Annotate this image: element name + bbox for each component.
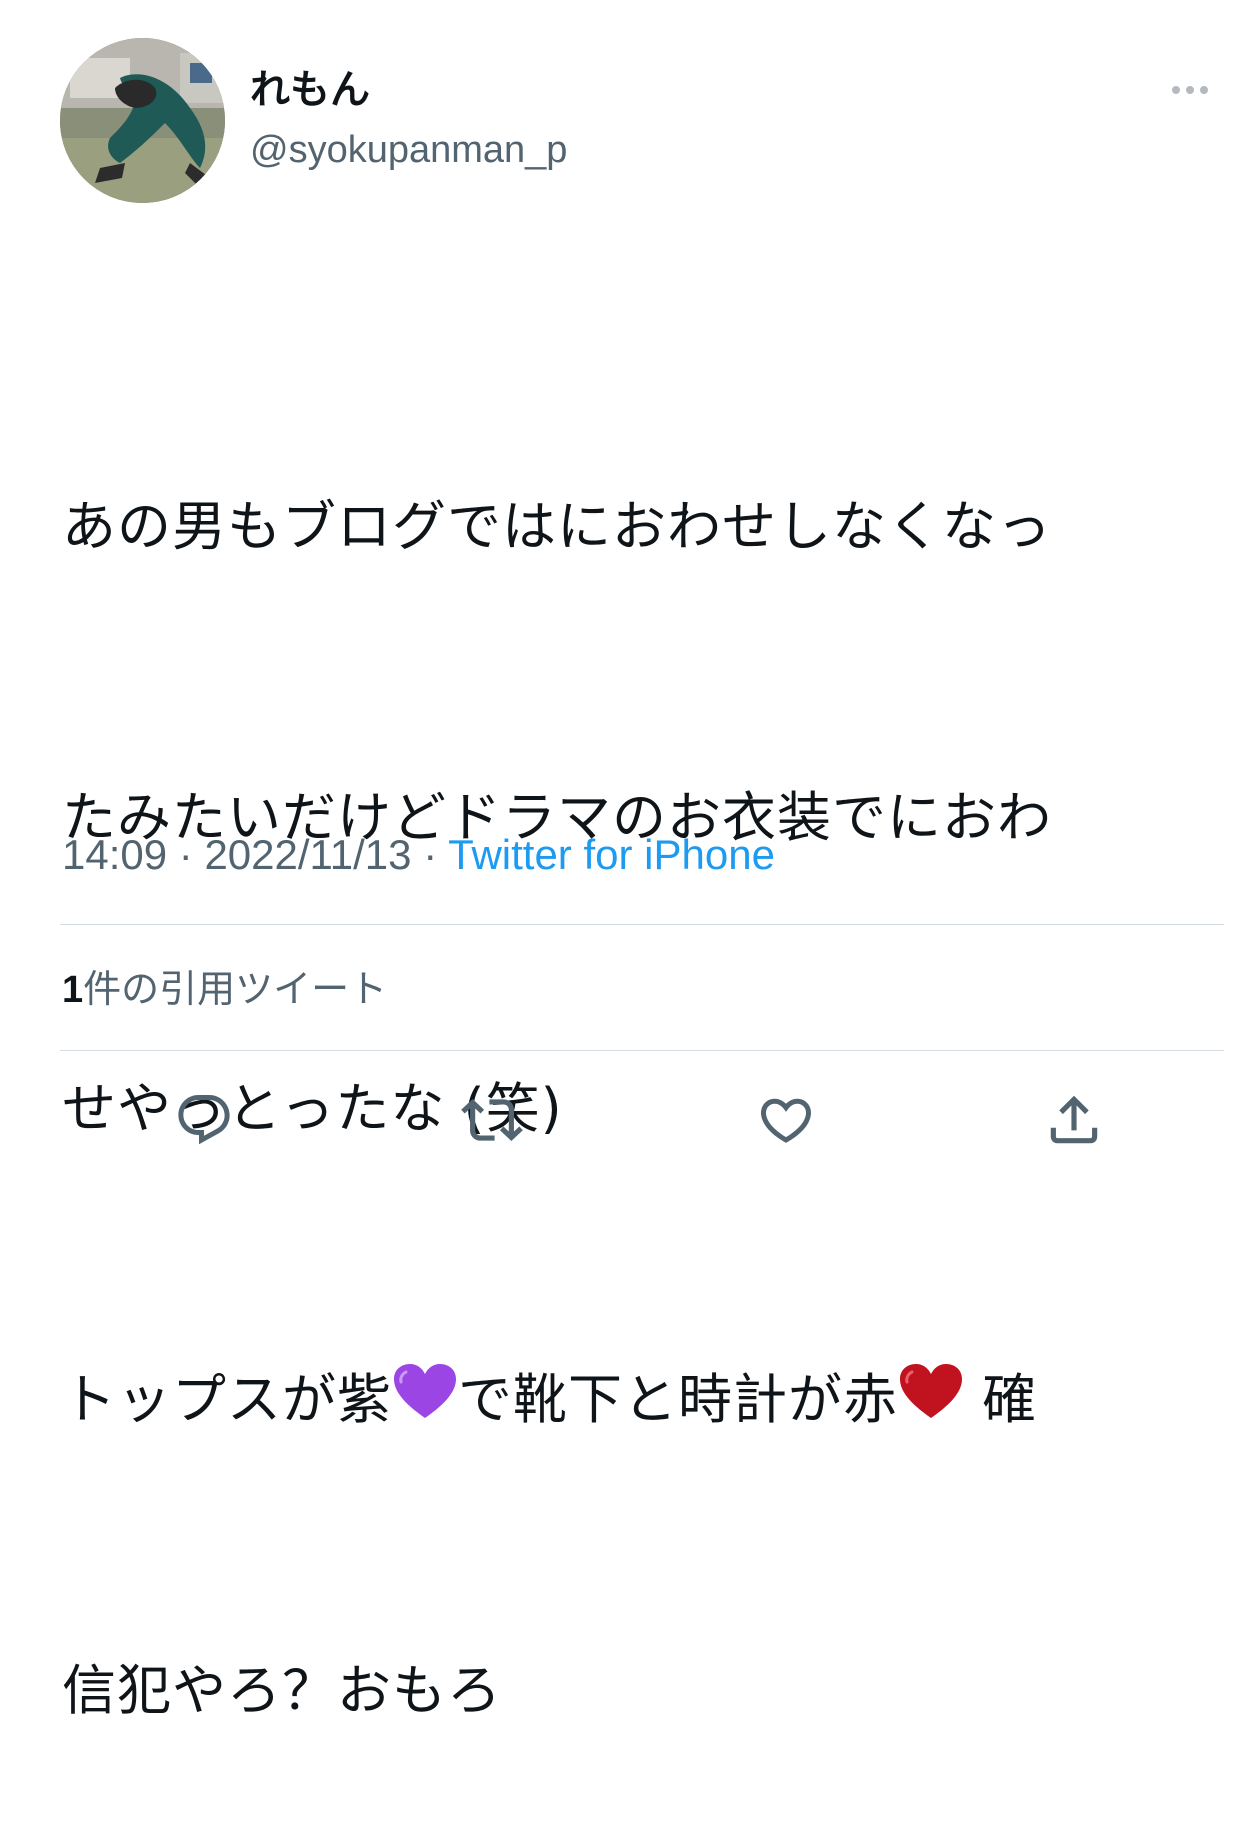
tweet-date: 2022/11/13 <box>204 831 412 878</box>
share-icon <box>1050 1095 1098 1144</box>
tweet-metadata: 14:09 · 2022/11/13 · Twitter for iPhone <box>62 826 775 884</box>
separator: · <box>411 831 449 878</box>
tweet-source-link[interactable]: Twitter for iPhone <box>448 831 775 878</box>
more-options-button[interactable] <box>1172 80 1220 100</box>
share-button[interactable] <box>1042 1088 1106 1152</box>
divider <box>60 924 1224 925</box>
tweet-line-segment: 確 <box>964 1368 1038 1431</box>
separator: · <box>167 831 205 878</box>
purple-heart-emoji <box>392 1355 458 1452</box>
reply-button[interactable] <box>172 1088 236 1152</box>
like-button[interactable] <box>754 1088 818 1152</box>
tweet-line-segment: で靴下と時計が赤 <box>458 1368 898 1431</box>
action-bar <box>0 1088 1244 1152</box>
tweet-line-segment: トップスが紫 <box>62 1368 392 1431</box>
tweet-line: トップスが紫 で靴下と時計が赤 確 <box>62 1351 1232 1448</box>
more-horizontal-icon <box>1186 86 1194 94</box>
tweet-line: 信犯やろ？おもろ <box>62 1659 502 1722</box>
heart-outline-icon <box>760 1098 812 1143</box>
retweet-button[interactable] <box>460 1088 524 1152</box>
reply-icon <box>178 1095 230 1145</box>
display-name[interactable]: れもん <box>250 62 370 118</box>
red-heart-emoji <box>898 1355 964 1452</box>
quote-label: 件の引用ツイート <box>83 967 388 1011</box>
avatar[interactable] <box>60 38 225 203</box>
quote-count: 1 <box>62 969 84 1011</box>
tweet-line: あの男もブログではにおわせしなくなっ <box>62 495 1052 558</box>
user-handle[interactable]: @syokupanman_p <box>250 124 567 176</box>
divider <box>60 1050 1224 1051</box>
retweet-icon <box>461 1099 523 1141</box>
more-horizontal-icon <box>1200 86 1208 94</box>
tweet-text: あの男もブログではにおわせしなくなっ たみたいだけどドラマのお衣装でにおわ せや… <box>62 284 1232 1836</box>
quote-tweets-link[interactable]: 1件の引用ツイート <box>62 962 387 1017</box>
tweet-time: 14:09 <box>62 831 168 878</box>
more-horizontal-icon <box>1172 86 1180 94</box>
